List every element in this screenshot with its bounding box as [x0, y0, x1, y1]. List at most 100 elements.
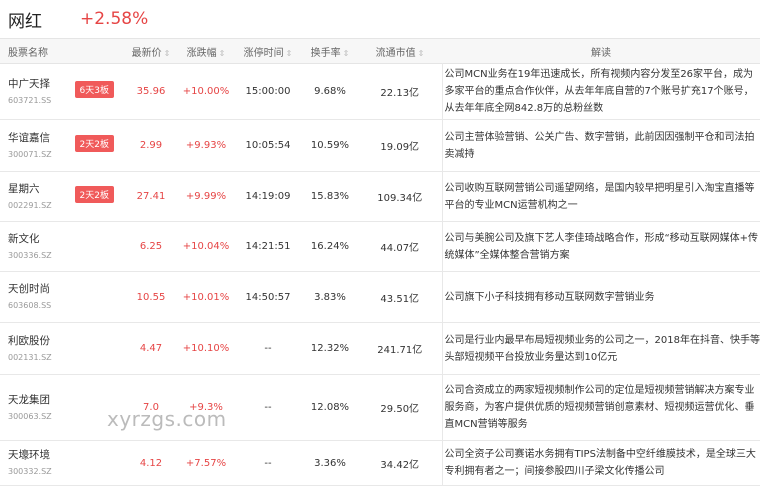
stock-code: 300332.SZ: [8, 467, 52, 476]
table-row[interactable]: 天创时尚 603608.SS 10.55 +10.01% 14:50:57 3.83% 43…: [0, 271, 760, 323]
change-cell: +10.00%: [182, 86, 230, 97]
sector-change: +2.58%: [80, 9, 149, 29]
time-cell: 14:50:57: [245, 291, 291, 303]
stock-name[interactable]: 天龙集团: [8, 393, 124, 407]
interpretation-text: 公司主营体验营销、公关广告、数字营销，此前因因强制平仓和司法拍卖减持: [444, 131, 755, 160]
desc-cell: 公司与美腕公司及旗下艺人李佳琦战略合作，形成“移动互联网媒体+传统媒体”全媒体整…: [441, 221, 760, 272]
price-cell: 27.41: [136, 191, 166, 202]
price-cell: 4.12: [139, 457, 163, 469]
stock-code: 603608.SS: [8, 301, 52, 310]
limit-badge: 2天2板: [74, 185, 114, 203]
stock-table: 股票名称 最新价 ⇕ 涨跌幅 ⇕ 涨停时间 ⇕ 换手率 ⇕ 流通市值 ⇕ 解读 中广天择 6…: [0, 38, 760, 486]
interpretation-text: 公司MCN业务在19年迅速成长，所有视频内容分发至26家平台，成为多家平台的重点…: [444, 69, 754, 114]
cap-cell: 34.42亿: [380, 459, 420, 471]
stock-name[interactable]: 天创时尚: [8, 282, 124, 296]
cap-cell: 109.34亿: [377, 193, 423, 204]
time-cell: --: [264, 343, 272, 354]
change-cell: +9.93%: [185, 140, 227, 151]
cap-cell: 29.50亿: [380, 404, 420, 415]
desc-cell: 公司全资子公司赛诺水务拥有TIPS法制备中空纤维膜技术，是全球三大专利拥有者之一…: [441, 440, 760, 486]
time-cell: --: [264, 457, 272, 469]
interpretation-text: 公司收购互联网营销公司遥望网络，是国内较早把明星引入淘宝直播等平台的专业MCN运…: [444, 182, 755, 211]
sort-icon: ⇕: [342, 48, 350, 58]
stock-cell[interactable]: 天创时尚 603608.SS: [0, 272, 124, 323]
change-cell: +10.04%: [182, 241, 230, 252]
table-row[interactable]: 星期六 002291.SZ 2天2板 27.41 +9.99% 14:19:09 15.83…: [0, 171, 760, 222]
stock-cell[interactable]: 星期六 002291.SZ 2天2板: [0, 172, 124, 222]
stock-code: 002131.SZ: [8, 352, 52, 362]
stock-cell[interactable]: 天龙集团 300063.SZ: [0, 375, 124, 441]
stock-code: 300063.SZ: [8, 411, 52, 421]
turnover-cell: 3.36%: [314, 457, 346, 469]
col-name: 股票名称: [8, 47, 48, 59]
stock-name[interactable]: 利欧股份: [8, 334, 124, 348]
desc-cell: 公司是行业内最早布局短视频业务的公司之一，2018年在抖音、快手等头部短视频平台…: [441, 322, 760, 375]
cap-cell: 241.71亿: [377, 345, 423, 356]
time-cell: 14:21:51: [245, 241, 291, 252]
col-market-cap[interactable]: 流通市值 ⇕: [358, 39, 442, 64]
table-row[interactable]: 中广天择 603721.SS 6天3板 35.96 +10.00% 15:00:00 9.6…: [0, 63, 760, 120]
turnover-cell: 12.08%: [310, 402, 350, 413]
change-cell: +10.10%: [182, 343, 230, 354]
sort-icon: ⇕: [218, 48, 226, 58]
stock-cell[interactable]: 利欧股份 002131.SZ: [0, 323, 124, 375]
turnover-cell: 15.83%: [310, 191, 350, 202]
sector-title: 网红: [8, 11, 42, 32]
table-row[interactable]: 天壕环境 300332.SZ 4.12 +7.57% -- 3.36% 34.42亿 公司全资…: [0, 440, 760, 486]
change-cell: +10.01%: [182, 291, 230, 303]
limit-badge: 6天3板: [74, 80, 114, 98]
stock-cell[interactable]: 华谊嘉信 300071.SZ 2天2板: [0, 120, 124, 172]
interpretation-text: 公司是行业内最早布局短视频业务的公司之一，2018年在抖音、快手等头部短视频平台…: [444, 334, 760, 363]
time-cell: 15:00:00: [245, 86, 291, 97]
turnover-cell: 9.68%: [314, 86, 346, 97]
time-cell: --: [264, 402, 272, 413]
cap-cell: 19.09亿: [380, 142, 420, 153]
table-row[interactable]: 华谊嘉信 300071.SZ 2天2板 2.99 +9.93% 10:05:54 10.59…: [0, 119, 760, 172]
change-cell: +7.57%: [185, 457, 227, 469]
change-cell: +9.3%: [189, 402, 223, 413]
change-cell: +9.99%: [185, 191, 227, 202]
table-row[interactable]: 利欧股份 002131.SZ 4.47 +10.10% -- 12.32% 241.71亿 公…: [0, 322, 760, 375]
col-limit-time[interactable]: 涨停时间 ⇕: [234, 39, 302, 64]
sector-header: 网红 +2.58%: [0, 0, 760, 38]
desc-cell: 公司MCN业务在19年迅速成长，所有视频内容分发至26家平台，成为多家平台的重点…: [441, 63, 760, 120]
col-change[interactable]: 涨跌幅 ⇕: [178, 39, 234, 64]
turnover-cell: 12.32%: [310, 343, 350, 354]
col-price[interactable]: 最新价 ⇕: [124, 39, 178, 64]
time-cell: 14:19:09: [245, 191, 291, 202]
sort-icon: ⇕: [163, 48, 171, 58]
stock-cell[interactable]: 中广天择 603721.SS 6天3板: [0, 64, 124, 120]
table-header: 股票名称 最新价 ⇕ 涨跌幅 ⇕ 涨停时间 ⇕ 换手率 ⇕ 流通市值 ⇕ 解读: [0, 38, 760, 64]
interpretation-text: 公司与美腕公司及旗下艺人李佳琦战略合作，形成“移动互联网媒体+传统媒体”全媒体整…: [444, 232, 759, 261]
stock-name[interactable]: 天壕环境: [8, 448, 124, 462]
sort-icon: ⇕: [285, 48, 293, 58]
stock-name[interactable]: 新文化: [8, 232, 124, 246]
limit-badge: 2天2板: [74, 134, 114, 152]
turnover-cell: 10.59%: [310, 140, 350, 151]
price-cell: 4.47: [139, 343, 163, 354]
price-cell: 6.25: [139, 241, 163, 252]
stock-cell[interactable]: 天壕环境 300332.SZ: [0, 441, 124, 486]
cap-cell: 43.51亿: [380, 293, 420, 305]
interpretation-text: 公司全资子公司赛诺水务拥有TIPS法制备中空纤维膜技术，是全球三大专利拥有者之一…: [444, 449, 756, 477]
interpretation-text: 公司旗下小子科技拥有移动互联网数字营销业务: [444, 291, 655, 303]
col-interpretation: 解读: [591, 47, 611, 59]
cap-cell: 44.07亿: [380, 243, 420, 254]
desc-cell: 公司旗下小子科技拥有移动互联网数字营销业务: [441, 271, 760, 323]
price-cell: 2.99: [139, 140, 163, 151]
sort-icon: ⇕: [417, 48, 425, 58]
desc-cell: 公司收购互联网营销公司遥望网络，是国内较早把明星引入淘宝直播等平台的专业MCN运…: [441, 171, 760, 222]
interpretation-text: 公司合资成立的两家短视频制作公司的定位是短视频营销解决方案专业服务商，为客户提供…: [444, 385, 755, 430]
turnover-cell: 16.24%: [310, 241, 350, 252]
price-cell: 7.0: [143, 402, 159, 413]
desc-cell: 公司合资成立的两家短视频制作公司的定位是短视频营销解决方案专业服务商，为客户提供…: [441, 374, 760, 441]
price-cell: 10.55: [136, 291, 166, 303]
turnover-cell: 3.83%: [314, 291, 346, 303]
stock-cell[interactable]: 新文化 300336.SZ: [0, 222, 124, 272]
table-row[interactable]: 天龙集团 300063.SZ 7.0 +9.3% -- 12.08% 29.50亿 公司合资成…: [0, 374, 760, 441]
price-cell: 35.96: [136, 86, 166, 97]
cap-cell: 22.13亿: [380, 88, 420, 99]
table-row[interactable]: 新文化 300336.SZ 6.25 +10.04% 14:21:51 16.24% 44.…: [0, 221, 760, 272]
col-turnover[interactable]: 换手率 ⇕: [302, 39, 358, 64]
time-cell: 10:05:54: [245, 140, 291, 151]
